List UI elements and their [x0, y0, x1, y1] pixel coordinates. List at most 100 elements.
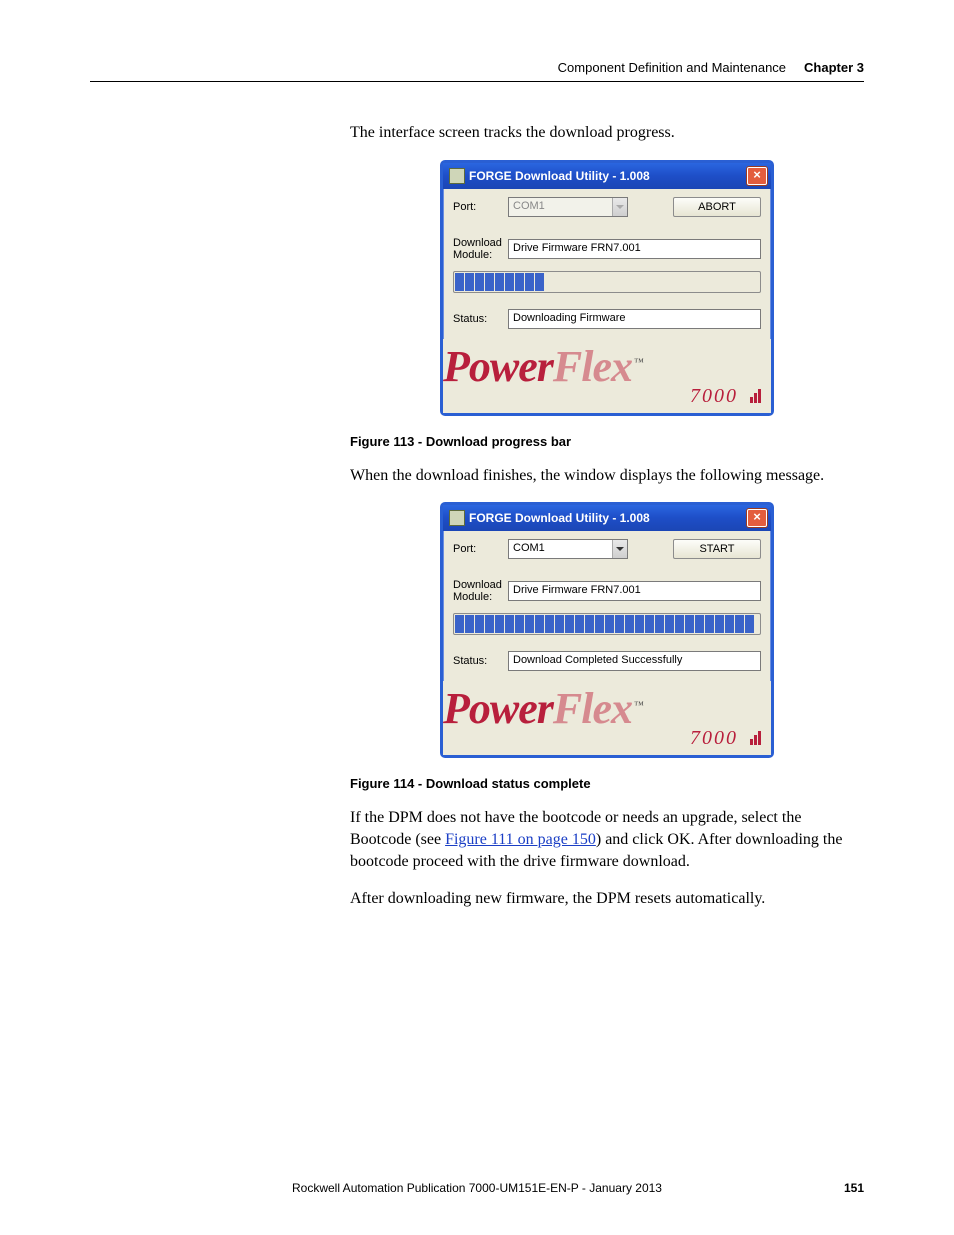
dialog-title: FORGE Download Utility - 1.008 [469, 169, 747, 183]
progress-segment [535, 273, 544, 291]
progress-segment [525, 273, 534, 291]
progress-segment [525, 615, 534, 633]
progress-segment [685, 615, 694, 633]
download-utility-dialog-progress: FORGE Download Utility - 1.008 × Port: C… [440, 160, 774, 416]
powerflex-logo: PowerFlex™ 7000 [443, 681, 771, 755]
chevron-down-icon [612, 198, 627, 216]
port-select[interactable]: COM1 [508, 539, 628, 559]
status-field: Download Completed Successfully [508, 651, 761, 671]
progress-segment [625, 273, 634, 291]
progress-segment [465, 615, 474, 633]
progress-segment [545, 273, 554, 291]
progress-segment [655, 615, 664, 633]
port-value: COM1 [513, 200, 545, 212]
progress-segment [515, 273, 524, 291]
progress-segment [645, 615, 654, 633]
figure-111-link[interactable]: Figure 111 on page 150 [445, 831, 596, 848]
header-section: Component Definition and Maintenance [558, 60, 786, 75]
progress-segment [635, 615, 644, 633]
progress-segment [685, 273, 694, 291]
progress-segment [565, 273, 574, 291]
progress-segment [615, 615, 624, 633]
progress-segment [535, 615, 544, 633]
progress-segment [715, 273, 724, 291]
progress-segment [585, 615, 594, 633]
progress-segment [455, 615, 464, 633]
intro-paragraph: The interface screen tracks the download… [350, 122, 864, 144]
logo-power: Power [443, 684, 553, 733]
logo-flex: Flex [553, 684, 632, 733]
progress-segment [595, 615, 604, 633]
progress-segment [575, 273, 584, 291]
progress-segment [605, 273, 614, 291]
close-icon[interactable]: × [747, 509, 767, 527]
progress-segment [455, 273, 464, 291]
bootcode-paragraph: If the DPM does not have the bootcode or… [350, 807, 864, 872]
progress-segment [555, 615, 564, 633]
progress-segment [565, 615, 574, 633]
status-field: Downloading Firmware [508, 309, 761, 329]
progress-segment [615, 273, 624, 291]
reset-paragraph: After downloading new firmware, the DPM … [350, 888, 864, 910]
progress-bar [453, 271, 761, 293]
progress-segment [675, 615, 684, 633]
logo-model: 7000 [690, 385, 738, 407]
logo-flex: Flex [553, 342, 632, 391]
progress-segment [655, 273, 664, 291]
progress-segment [635, 273, 644, 291]
chevron-down-icon [612, 540, 627, 558]
progress-segment [625, 615, 634, 633]
app-icon [449, 510, 465, 526]
abort-button[interactable]: ABORT [673, 197, 761, 217]
status-label: Status: [453, 313, 508, 325]
progress-segment [665, 273, 674, 291]
dialog-titlebar: FORGE Download Utility - 1.008 × [443, 163, 771, 189]
port-label: Port: [453, 543, 508, 555]
figure-113-caption: Figure 113 - Download progress bar [350, 434, 864, 449]
progress-segment [515, 615, 524, 633]
download-utility-dialog-complete: FORGE Download Utility - 1.008 × Port: C… [440, 502, 774, 758]
progress-segment [665, 615, 674, 633]
port-value: COM1 [513, 542, 545, 554]
progress-segment [725, 615, 734, 633]
progress-segment [725, 273, 734, 291]
figure-114-caption: Figure 114 - Download status complete [350, 776, 864, 791]
progress-segment [505, 273, 514, 291]
progress-segment [645, 273, 654, 291]
trademark-icon: ™ [634, 357, 643, 368]
page-number: 151 [824, 1181, 864, 1195]
progress-segment [585, 273, 594, 291]
module-field[interactable]: Drive Firmware FRN7.001 [508, 239, 761, 259]
footer-publication: Rockwell Automation Publication 7000-UM1… [130, 1181, 824, 1195]
progress-segment [745, 615, 754, 633]
logo-bars-icon [749, 386, 761, 409]
progress-segment [605, 615, 614, 633]
progress-segment [485, 273, 494, 291]
progress-segment [495, 273, 504, 291]
port-select: COM1 [508, 197, 628, 217]
progress-segment [715, 615, 724, 633]
page-footer: Rockwell Automation Publication 7000-UM1… [90, 1181, 864, 1195]
logo-bars-icon [749, 728, 761, 751]
progress-segment [545, 615, 554, 633]
header-chapter: Chapter 3 [804, 60, 864, 75]
progress-segment [735, 615, 744, 633]
progress-segment [675, 273, 684, 291]
logo-model: 7000 [690, 727, 738, 749]
progress-segment [495, 615, 504, 633]
status-label: Status: [453, 655, 508, 667]
port-label: Port: [453, 201, 508, 213]
start-button[interactable]: START [673, 539, 761, 559]
progress-segment [475, 273, 484, 291]
progress-segment [485, 615, 494, 633]
progress-segment [595, 273, 604, 291]
progress-bar [453, 613, 761, 635]
app-icon [449, 168, 465, 184]
progress-segment [745, 273, 754, 291]
logo-power: Power [443, 342, 553, 391]
mid-paragraph: When the download finishes, the window d… [350, 465, 864, 487]
close-icon[interactable]: × [747, 167, 767, 185]
progress-segment [575, 615, 584, 633]
progress-segment [695, 273, 704, 291]
module-field[interactable]: Drive Firmware FRN7.001 [508, 581, 761, 601]
